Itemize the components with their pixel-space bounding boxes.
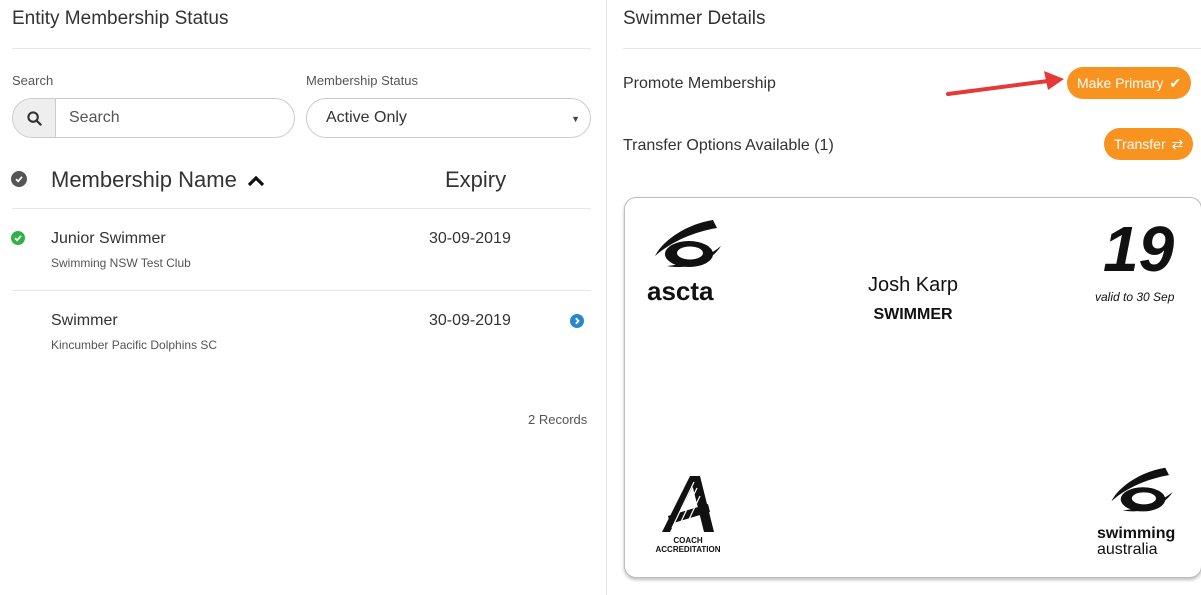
transfer-button[interactable]: Transfer ⇄ (1104, 128, 1194, 160)
membership-card: ascta Josh Karp SWIMMER 19 valid to 30 S… (624, 197, 1201, 578)
title-divider (12, 48, 591, 49)
swap-icon: ⇄ (1171, 135, 1184, 152)
membership-entity: Kincumber Pacific Dolphins SC (51, 338, 218, 352)
membership-status-label: Membership Status (306, 73, 418, 88)
card-member-name: Josh Karp (867, 274, 959, 296)
swimmer-details-title: Swimmer Details (623, 8, 766, 29)
annotation-arrow-icon (946, 71, 1064, 96)
promote-membership-label: Promote Membership (623, 75, 776, 92)
header-divider (12, 208, 591, 209)
checkmark-icon: ✔ (1169, 74, 1182, 91)
entity-membership-panel: Entity Membership Status Search Membersh… (0, 0, 600, 595)
card-member-role: SWIMMER (873, 306, 953, 323)
membership-expiry: 30-09-2019 (429, 230, 511, 247)
membership-status-select[interactable]: Active Only ▼ (306, 98, 591, 138)
entity-membership-title: Entity Membership Status (12, 8, 229, 29)
membership-name: Swimmer (51, 312, 118, 329)
column-header-membership-name[interactable]: Membership Name (51, 167, 265, 193)
swimming-australia-logo-icon (1111, 467, 1173, 512)
chevron-right-circle-icon[interactable] (570, 314, 584, 328)
record-count: 2 Records (528, 412, 588, 427)
column-header-expiry[interactable]: Expiry (445, 167, 506, 193)
ascta-logo-icon (655, 220, 721, 268)
card-year: 19 (1103, 213, 1175, 285)
chevron-up-icon (247, 175, 265, 187)
panel-divider (606, 0, 607, 595)
membership-expiry: 30-09-2019 (429, 312, 511, 329)
membership-entity: Swimming NSW Test Club (51, 256, 191, 270)
search-label: Search (12, 73, 54, 88)
check-circle-icon (11, 231, 25, 245)
transfer-options-label: Transfer Options Available (1) (623, 137, 834, 154)
search-group (12, 98, 295, 138)
swimming-australia-text-2: australia (1097, 541, 1158, 558)
card-valid-to: valid to 30 Sep (1095, 290, 1175, 304)
row-divider (12, 290, 591, 291)
coach-accreditation-text: COACH ACCREDITATION (655, 536, 721, 554)
search-icon[interactable] (13, 99, 56, 137)
membership-name: Junior Swimmer (51, 230, 166, 247)
caret-down-icon: ▼ (571, 114, 580, 124)
make-primary-button[interactable]: Make Primary ✔ (1067, 67, 1192, 99)
search-input[interactable] (56, 99, 294, 137)
details-title-divider (623, 48, 1201, 49)
membership-status-value: Active Only (326, 109, 407, 126)
coach-accreditation-logo-icon (662, 476, 714, 532)
select-all-check-icon[interactable] (11, 171, 27, 187)
ascta-logo-text: ascta (647, 276, 714, 306)
